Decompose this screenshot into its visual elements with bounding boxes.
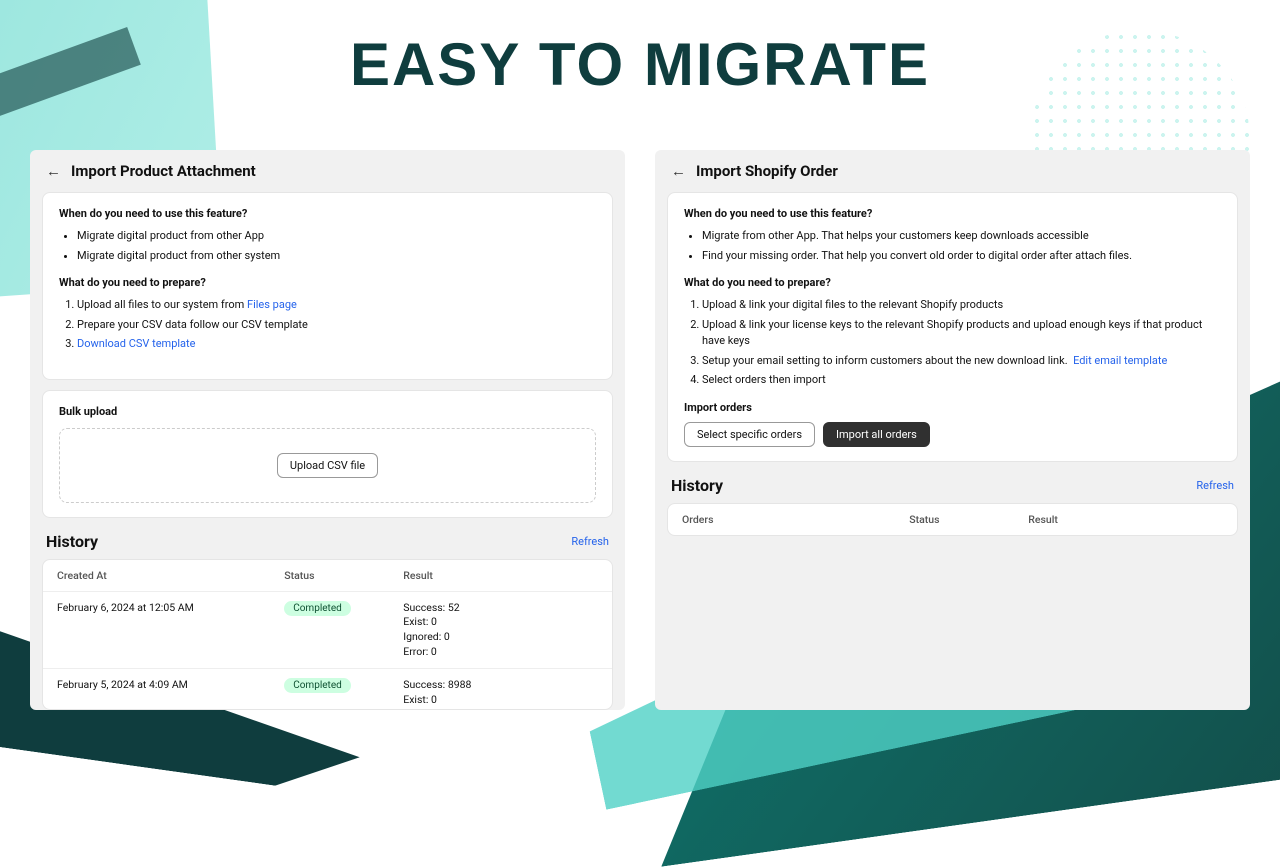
list-item: Select orders then import xyxy=(702,372,1221,389)
section-heading-when: When do you need to use this feature? xyxy=(684,207,1221,220)
section-heading-prepare: What do you need to prepare? xyxy=(59,276,596,289)
refresh-link[interactable]: Refresh xyxy=(571,535,609,548)
col-result: Result xyxy=(403,569,598,582)
back-arrow-icon[interactable]: ← xyxy=(46,162,61,180)
history-title: History xyxy=(671,476,723,495)
history-table: Orders Status Result xyxy=(667,503,1238,536)
cell-status: Completed xyxy=(284,678,403,710)
cell-result: Success: 8988 Exist: 0 Ignored: 133 Erro… xyxy=(403,678,598,710)
col-orders: Orders xyxy=(682,513,909,526)
hero-title: EASY TO MIGRATE xyxy=(0,30,1280,99)
section-heading-when: When do you need to use this feature? xyxy=(59,207,596,220)
list-item: Upload & link your digital files to the … xyxy=(702,297,1221,314)
info-card: When do you need to use this feature? Mi… xyxy=(42,192,613,380)
table-row: February 5, 2024 at 4:09 AM Completed Su… xyxy=(43,668,612,710)
page-title: Import Product Attachment xyxy=(71,162,256,180)
cell-status: Completed xyxy=(284,601,403,660)
panel-import-shopify-order: ← Import Shopify Order When do you need … xyxy=(655,150,1250,710)
history-title: History xyxy=(46,532,98,551)
bulk-upload-heading: Bulk upload xyxy=(59,405,596,418)
upload-csv-button[interactable]: Upload CSV file xyxy=(277,453,378,478)
history-header: History Refresh xyxy=(655,472,1250,499)
page-title: Import Shopify Order xyxy=(696,162,838,180)
cell-created: February 5, 2024 at 4:09 AM xyxy=(57,678,284,710)
select-specific-orders-button[interactable]: Select specific orders xyxy=(684,422,815,447)
table-header: Orders Status Result xyxy=(668,504,1237,535)
status-badge: Completed xyxy=(284,678,351,693)
col-result: Result xyxy=(1028,513,1223,526)
history-table: Created At Status Result February 6, 202… xyxy=(42,559,613,711)
panel-import-attachment: ← Import Product Attachment When do you … xyxy=(30,150,625,710)
list-item: Download CSV template xyxy=(77,336,596,353)
list-item: Prepare your CSV data follow our CSV tem… xyxy=(77,317,596,334)
panel-header: ← Import Shopify Order xyxy=(655,150,1250,192)
cell-created: February 6, 2024 at 12:05 AM xyxy=(57,601,284,660)
list-item: Upload & link your license keys to the r… xyxy=(702,317,1221,350)
list-item: Migrate digital product from other App xyxy=(77,228,596,245)
col-created: Created At xyxy=(57,569,284,582)
panels-container: ← Import Product Attachment When do you … xyxy=(30,150,1250,710)
section-heading-prepare: What do you need to prepare? xyxy=(684,276,1221,289)
panel-header: ← Import Product Attachment xyxy=(30,150,625,192)
list-item: Find your missing order. That help you c… xyxy=(702,248,1221,265)
col-status: Status xyxy=(284,569,403,582)
table-row: February 6, 2024 at 12:05 AM Completed S… xyxy=(43,591,612,669)
upload-dropzone[interactable]: Upload CSV file xyxy=(59,428,596,503)
files-page-link[interactable]: Files page xyxy=(247,298,297,311)
download-csv-link[interactable]: Download CSV template xyxy=(77,337,195,350)
import-orders-heading: Import orders xyxy=(684,401,1221,414)
info-card: When do you need to use this feature? Mi… xyxy=(667,192,1238,462)
table-header: Created At Status Result xyxy=(43,560,612,591)
history-header: History Refresh xyxy=(30,528,625,555)
list-item: Migrate digital product from other syste… xyxy=(77,248,596,265)
list-item: Setup your email setting to inform custo… xyxy=(702,353,1221,370)
bulk-upload-card: Bulk upload Upload CSV file xyxy=(42,390,613,518)
cell-result: Success: 52 Exist: 0 Ignored: 0 Error: 0 xyxy=(403,601,598,660)
edit-email-template-link[interactable]: Edit email template xyxy=(1073,354,1167,367)
import-all-orders-button[interactable]: Import all orders xyxy=(823,422,930,447)
back-arrow-icon[interactable]: ← xyxy=(671,162,686,180)
list-item: Migrate from other App. That helps your … xyxy=(702,228,1221,245)
col-status: Status xyxy=(909,513,1028,526)
status-badge: Completed xyxy=(284,601,351,616)
list-item: Upload all files to our system from File… xyxy=(77,297,596,314)
refresh-link[interactable]: Refresh xyxy=(1196,479,1234,492)
